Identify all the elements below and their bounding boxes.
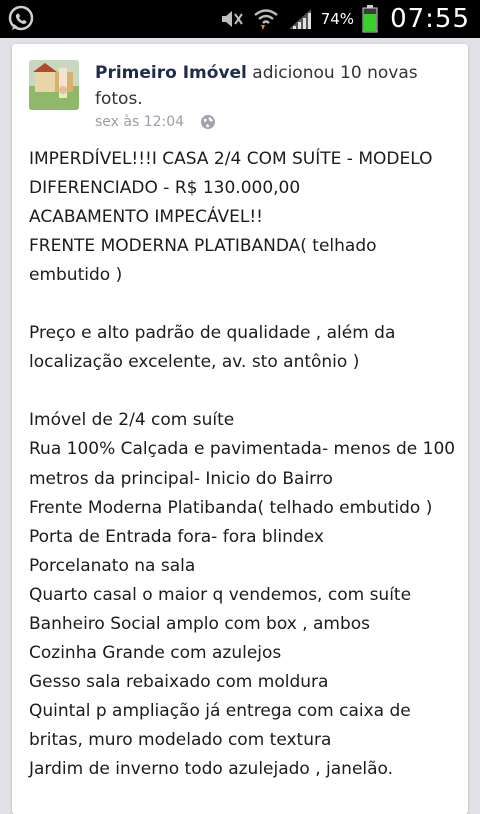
globe-icon bbox=[201, 115, 216, 129]
battery-percent: 74% bbox=[320, 10, 355, 28]
post-meta: sex às 12:04 bbox=[95, 114, 216, 130]
post-header: Primeiro Imóvel adicionou 10 novas fotos… bbox=[95, 60, 455, 112]
post-line: Gesso sala rebaixado com moldura bbox=[29, 671, 329, 692]
whatsapp-icon bbox=[8, 5, 34, 31]
post-line: Quarto casal o maior q vendemos, com suí… bbox=[29, 584, 412, 605]
status-bar: 74% 07:55 bbox=[0, 0, 480, 38]
signal-icon bbox=[288, 9, 311, 29]
post-line: Rua 100% Calçada e pavimentada- menos de… bbox=[29, 439, 456, 489]
clock: 07:55 bbox=[390, 4, 470, 34]
post-line: Preço e alto padrão de qualidade , além … bbox=[29, 323, 396, 373]
post-line: ACABAMENTO IMPECÁVEL!! bbox=[29, 207, 263, 228]
post-line: Porta de Entrada fora- fora blindex bbox=[29, 526, 324, 547]
post-line: Imóvel de 2/4 com suíte bbox=[29, 410, 235, 431]
post-line: FRENTE MODERNA PLATIBANDA( telhado embut… bbox=[29, 236, 377, 286]
post-line bbox=[29, 290, 459, 319]
post-line: Porcelanato na sala bbox=[29, 555, 196, 576]
page-name-link[interactable]: Primeiro Imóvel bbox=[95, 63, 247, 83]
post-line: Banheiro Social amplo com box , ambos bbox=[29, 613, 371, 634]
post-line: Quintal p ampliação já entrega com caixa… bbox=[29, 700, 411, 750]
post-line: Jardim de inverno todo azulejado , janel… bbox=[29, 758, 394, 779]
post-timestamp[interactable]: sex às 12:04 bbox=[95, 114, 184, 130]
post-card: Primeiro Imóvel adicionou 10 novas fotos… bbox=[12, 44, 468, 814]
battery-icon bbox=[362, 5, 378, 33]
page-avatar[interactable] bbox=[29, 60, 79, 110]
post-line: Cozinha Grande com azulejos bbox=[29, 642, 282, 663]
post-body: IMPERDÍVEL!!!I CASA 2/4 COM SUÍTE - MODE… bbox=[29, 145, 459, 784]
post-line: IMPERDÍVEL!!!I CASA 2/4 COM SUÍTE - MODE… bbox=[29, 149, 433, 199]
wifi-icon bbox=[253, 9, 278, 30]
mute-icon bbox=[221, 11, 243, 27]
post-line bbox=[29, 377, 459, 406]
post-line: Frente Moderna Platibanda( telhado embut… bbox=[29, 497, 433, 518]
